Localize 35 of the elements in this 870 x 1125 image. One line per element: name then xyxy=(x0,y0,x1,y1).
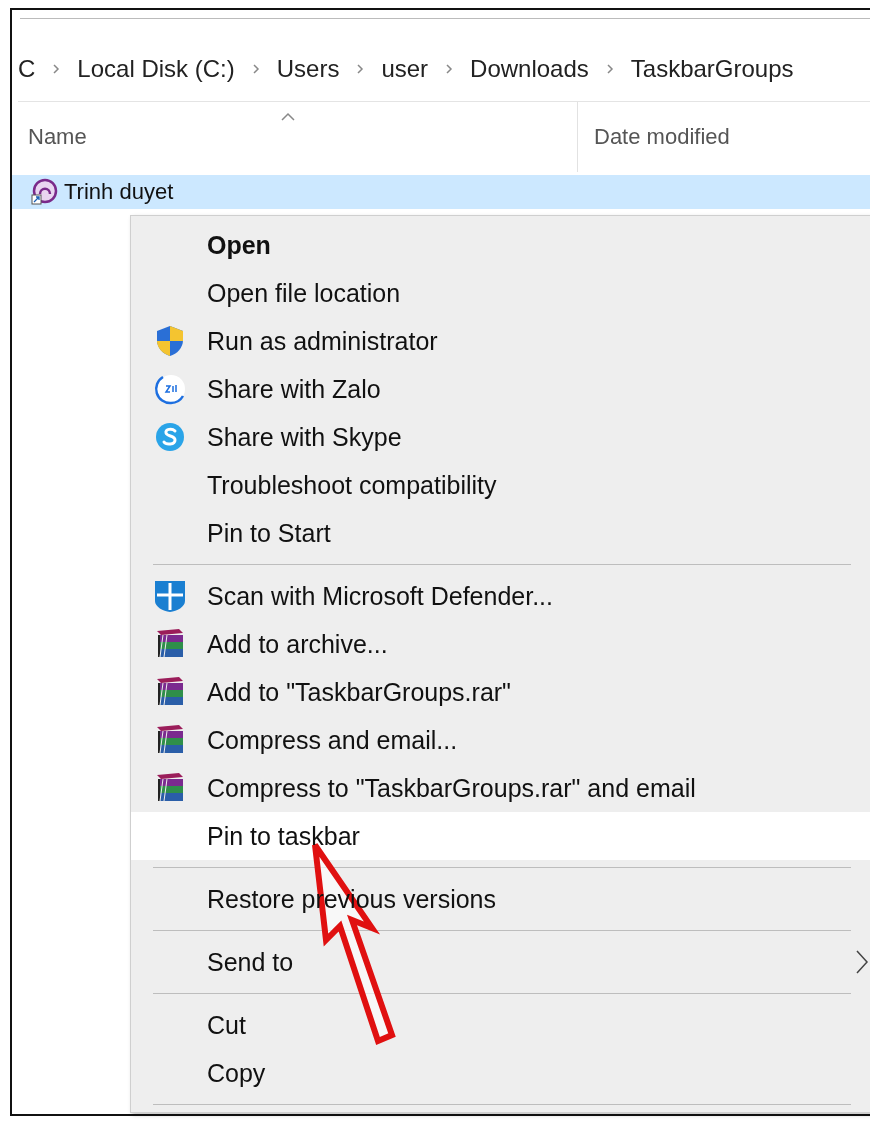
menu-item[interactable]: Pin to taskbar xyxy=(131,812,870,860)
menu-item[interactable]: Send to xyxy=(131,938,870,986)
menu-item[interactable]: Share with Skype xyxy=(131,413,870,461)
chevron-icon xyxy=(250,63,261,75)
menu-item[interactable]: Share with Zalo xyxy=(131,365,870,413)
breadcrumb-item[interactable]: TaskbarGroups xyxy=(630,55,794,83)
breadcrumb-item[interactable]: Users xyxy=(276,55,340,83)
menu-item[interactable]: Open file location xyxy=(131,269,870,317)
breadcrumb-item[interactable]: Local Disk (C:) xyxy=(77,55,235,83)
breadcrumb-item[interactable]: C xyxy=(18,55,36,83)
file-name: Trinh duyet xyxy=(64,179,174,205)
skype-icon xyxy=(153,420,187,454)
file-row[interactable]: Trinh duyet xyxy=(12,175,870,209)
defender-shield-icon xyxy=(153,579,187,613)
menu-item[interactable]: Cut xyxy=(131,1001,870,1049)
column-header[interactable]: Name xyxy=(28,124,87,150)
menu-item[interactable]: Add to "TaskbarGroups.rar" xyxy=(131,668,870,716)
menu-item[interactable]: Copy xyxy=(131,1049,870,1097)
breadcrumb-item[interactable]: Downloads xyxy=(470,55,589,83)
menu-item[interactable]: Troubleshoot compatibility xyxy=(131,461,870,509)
app-shortcut-icon xyxy=(30,178,58,206)
chevron-icon xyxy=(51,63,62,75)
chevron-icon xyxy=(604,63,615,75)
menu-item[interactable]: Pin to Start xyxy=(131,509,870,557)
menu-item[interactable]: Scan with Microsoft Defender... xyxy=(131,572,870,620)
menu-item[interactable]: Compress and email... xyxy=(131,716,870,764)
breadcrumb-item[interactable]: user xyxy=(381,55,429,83)
column-header[interactable]: Date modified xyxy=(594,124,730,149)
chevron-icon xyxy=(355,63,366,75)
chevron-icon xyxy=(444,63,455,75)
menu-item[interactable]: Run as administrator xyxy=(131,317,870,365)
chat-bubble-icon xyxy=(153,372,187,406)
menu-item[interactable]: Open xyxy=(131,221,870,269)
menu-item[interactable]: Compress to "TaskbarGroups.rar" and email xyxy=(131,764,870,812)
menu-item[interactable]: Add to archive... xyxy=(131,620,870,668)
